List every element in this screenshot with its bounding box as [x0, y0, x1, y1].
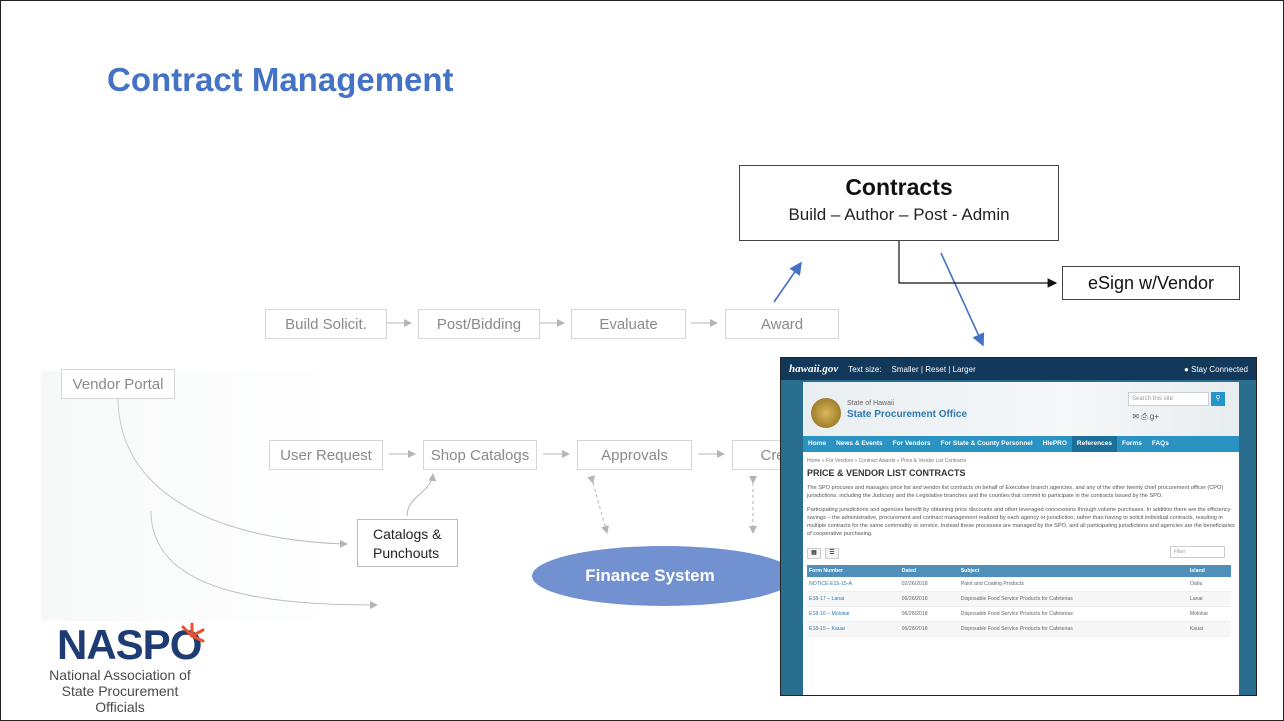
- finance-system: Finance System: [532, 546, 796, 606]
- cell-subject: Paint and Coating Products: [958, 577, 1188, 592]
- table-row: E18-17 – Lanai 06/26/2018 Disposable Foo…: [807, 591, 1231, 607]
- cell-form-number[interactable]: E18-16 – Molokai: [807, 606, 900, 622]
- nav-faqs[interactable]: FAQs: [1147, 436, 1174, 452]
- hawaii-spo-screenshot: hawaii.gov Text size: Smaller | Reset | …: [780, 357, 1257, 696]
- catalogs-line2: Punchouts: [373, 545, 440, 561]
- column-island[interactable]: Island: [1187, 565, 1231, 577]
- contracts-table: Form Number Dated Subject Island NOTICE …: [807, 565, 1231, 637]
- text-size-label: Text size:: [848, 364, 882, 374]
- filter-input[interactable]: Filter: [1170, 546, 1225, 558]
- cell-dated: 06/26/2018: [899, 591, 959, 607]
- cell-subject: Disposable Food Service Products for Caf…: [958, 591, 1188, 607]
- table-header-row: Form Number Dated Subject Island: [807, 565, 1231, 577]
- text-size-options[interactable]: Smaller | Reset | Larger: [892, 365, 976, 374]
- esign-box: eSign w/Vendor: [1062, 266, 1240, 300]
- list-view-icon[interactable]: ☰: [825, 548, 839, 559]
- benefit-paragraph: Participating jurisdictions and agencies…: [807, 507, 1235, 537]
- nav-personnel[interactable]: For State & County Personnel: [936, 436, 1038, 452]
- catalogs-line1: Catalogs &: [373, 526, 442, 542]
- flow-evaluate: Evaluate: [571, 309, 686, 339]
- catalogs-punchouts: Catalogs & Punchouts: [357, 519, 458, 567]
- table-row: E18-16 – Molokai 06/26/2018 Disposable F…: [807, 606, 1231, 622]
- flow-award: Award: [725, 309, 839, 339]
- column-form-number[interactable]: Form Number: [807, 565, 900, 577]
- contracts-title: Contracts: [845, 174, 953, 200]
- grid-view-icon[interactable]: ▦: [807, 548, 821, 559]
- site-brand[interactable]: hawaii.gov: [789, 363, 838, 375]
- flow-shop-catalogs: Shop Catalogs: [423, 440, 537, 470]
- breadcrumb: Home » For Vendors » Contract Awards » P…: [807, 458, 967, 464]
- cell-form-number[interactable]: NOTICE E15-15-A: [807, 577, 900, 592]
- cell-subject: Disposable Food Service Products for Caf…: [958, 621, 1188, 637]
- contracts-box: Contracts Build – Author – Post - Admin: [739, 165, 1059, 241]
- cell-island: Molokai: [1187, 606, 1231, 622]
- cell-dated: 06/26/2018: [899, 606, 959, 622]
- cell-dated: 02/26/2018: [899, 577, 959, 592]
- flow-approvals: Approvals: [577, 440, 692, 470]
- cell-form-number[interactable]: E18-15 – Kauai: [807, 621, 900, 637]
- table-tools: ▦ ☰ Filter: [803, 538, 1239, 559]
- nav-hiepro[interactable]: HIePRO: [1038, 436, 1072, 452]
- site-office-title[interactable]: State Procurement Office: [847, 409, 967, 420]
- cell-island: Lanai: [1187, 591, 1231, 607]
- nav-news[interactable]: News & Events: [831, 436, 888, 452]
- column-subject[interactable]: Subject: [958, 565, 1188, 577]
- site-header: State of Hawaii State Procurement Office…: [803, 382, 1239, 436]
- cell-island: Oahu: [1187, 577, 1231, 592]
- contracts-subtitle: Build – Author – Post - Admin: [788, 205, 1010, 224]
- cell-form-number[interactable]: E18-17 – Lanai: [807, 591, 900, 607]
- search-icon[interactable]: ⚲: [1211, 392, 1225, 406]
- cell-subject: Disposable Food Service Products for Caf…: [958, 606, 1188, 622]
- site-nav: Home News & Events For Vendors For State…: [803, 436, 1239, 452]
- vendor-portal: Vendor Portal: [61, 369, 175, 399]
- flow-user-request: User Request: [269, 440, 383, 470]
- flow-build-solicit: Build Solicit.: [265, 309, 387, 339]
- stay-connected-label: Stay Connected: [1191, 364, 1248, 374]
- table-row: NOTICE E15-15-A 02/26/2018 Paint and Coa…: [807, 577, 1231, 592]
- site-topbar: hawaii.gov Text size: Smaller | Reset | …: [781, 358, 1256, 380]
- nav-home[interactable]: Home: [803, 436, 831, 452]
- site-state: State of Hawaii: [847, 400, 895, 407]
- flow-post-bidding: Post/Bidding: [418, 309, 540, 339]
- nav-vendors[interactable]: For Vendors: [888, 436, 936, 452]
- page-heading: PRICE & VENDOR LIST CONTRACTS: [807, 468, 966, 478]
- finance-system-label: Finance System: [585, 566, 715, 585]
- naspo-star-icon: [181, 622, 205, 643]
- state-seal-icon: [811, 398, 841, 428]
- site-search-input[interactable]: Search this site: [1128, 392, 1209, 406]
- stay-connected-link[interactable]: ● Stay Connected: [1184, 365, 1248, 374]
- cell-dated: 06/26/2018: [899, 621, 959, 637]
- intro-paragraph: The SPO procures and manages price list …: [807, 485, 1224, 499]
- naspo-logo-line1: National Association of: [49, 667, 191, 683]
- nav-forms[interactable]: Forms: [1117, 436, 1147, 452]
- nav-references[interactable]: References: [1071, 436, 1117, 452]
- table-row: E18-15 – Kauai 06/26/2018 Disposable Foo…: [807, 621, 1231, 637]
- cell-island: Kauai: [1187, 621, 1231, 637]
- slide: Contract Management Build Solicit. Post/: [0, 0, 1284, 721]
- site-page: State of Hawaii State Procurement Office…: [803, 382, 1239, 695]
- naspo-logo-line2: State Procurement Officials: [61, 683, 179, 715]
- social-icons[interactable]: ✉ ⎙ g+: [1132, 412, 1159, 422]
- column-dated[interactable]: Dated: [899, 565, 959, 577]
